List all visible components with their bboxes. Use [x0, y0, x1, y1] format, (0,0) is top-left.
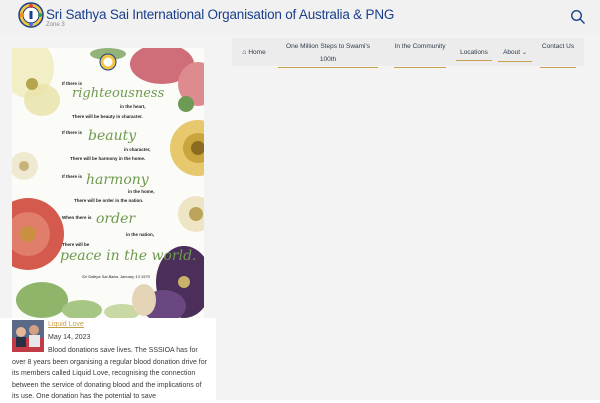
site-header: Sri Sathya Sai International Organisatio…	[0, 0, 600, 34]
quote-line-3c: in the home,	[128, 189, 155, 194]
quote-line-2c: in character,	[124, 147, 151, 152]
nav-million-steps[interactable]: One Million Steps to Swami's 100th	[278, 40, 378, 68]
quote-attribution: Sri Sathya Sai Baba, January 13 1970	[82, 274, 150, 279]
post-date: May 14, 2023	[48, 334, 91, 341]
post-title-link[interactable]: Liquid Love	[48, 321, 84, 328]
quote-poster[interactable]: If there is righteousness in the heart, …	[12, 48, 204, 318]
site-subtitle: Zone 3	[46, 22, 65, 28]
search-icon[interactable]	[570, 9, 586, 25]
post-excerpt: Blood donations save lives. The SSSIOA h…	[12, 347, 207, 400]
nav-community-label: In the Community	[394, 43, 446, 50]
nav-underline	[456, 60, 492, 61]
nav-underline	[498, 61, 532, 62]
main-navigation: ⌂ Home One Million Steps to Swami's 100t…	[232, 38, 584, 68]
nav-about[interactable]: About ⌄	[498, 46, 532, 62]
quote-line-4a: When there is	[62, 215, 92, 220]
nav-home-label: Home	[248, 49, 266, 56]
nav-million-steps-label: One Million Steps to Swami's 100th	[286, 43, 370, 63]
quote-line-3d: There will be order in the nation.	[74, 198, 144, 203]
quote-line-1d: There will be beauty in character.	[72, 114, 143, 119]
chevron-down-icon: ⌄	[521, 50, 527, 56]
quote-line-1c: in the heart,	[120, 104, 146, 109]
nav-underline	[278, 67, 378, 68]
nav-about-label: About	[503, 49, 521, 56]
site-title[interactable]: Sri Sathya Sai International Organisatio…	[46, 7, 394, 22]
nav-locations-label: Locations	[460, 49, 488, 56]
quote-line-4d: There will be	[62, 242, 90, 247]
quote-keyword-3: harmony	[86, 172, 149, 188]
quote-line-2a: If there is	[62, 130, 83, 135]
quote-keyword-1: righteousness	[72, 86, 165, 101]
nav-community[interactable]: In the Community	[394, 40, 446, 68]
home-icon: ⌂	[242, 49, 247, 56]
poster-quote: If there is righteousness in the heart, …	[12, 48, 204, 318]
sai-organisation-logo[interactable]	[18, 2, 44, 28]
nav-contact[interactable]: Contact Us	[540, 40, 576, 68]
quote-keyword-4: order	[96, 211, 136, 227]
quote-finale: peace in the world.	[60, 248, 197, 264]
nav-contact-label: Contact Us	[541, 43, 575, 50]
quote-keyword-2: beauty	[88, 128, 137, 144]
nav-underline	[394, 67, 446, 68]
quote-line-2d: There will be harmony in the home.	[70, 156, 146, 161]
quote-line-4c: in the nation,	[126, 232, 154, 237]
nav-locations[interactable]: Locations	[456, 46, 492, 61]
nav-home[interactable]: ⌂ Home	[236, 46, 272, 59]
nav-underline	[540, 67, 576, 68]
quote-line-3a: If there is	[62, 174, 83, 179]
